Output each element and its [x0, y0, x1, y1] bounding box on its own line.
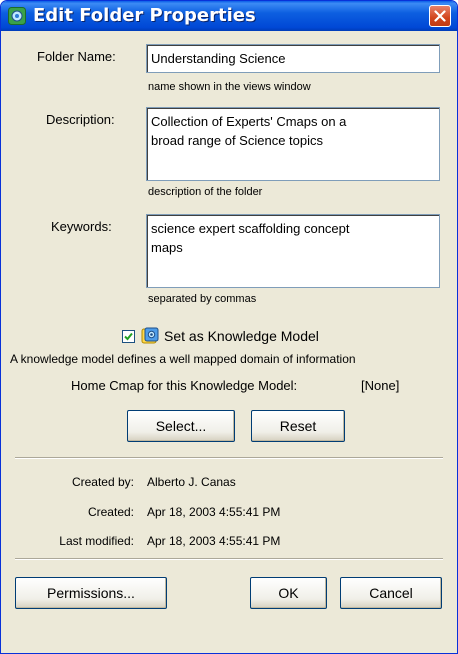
keywords-line-2: maps: [151, 240, 183, 255]
description-line-1: Collection of Experts' Cmaps on a: [151, 114, 347, 129]
ok-button-label: OK: [278, 585, 299, 601]
home-cmap-value: [None]: [361, 378, 400, 393]
checkmark-icon: [124, 332, 133, 341]
folder-name-label: Folder Name:: [37, 49, 116, 64]
window-title: Edit Folder Properties: [33, 5, 256, 26]
reset-button-label: Reset: [279, 418, 317, 434]
ok-button[interactable]: OK: [250, 577, 327, 609]
last-modified-label: Last modified:: [59, 534, 134, 548]
knowledge-model-icon: [141, 327, 159, 344]
knowledge-model-label[interactable]: Set as Knowledge Model: [164, 328, 319, 344]
select-button-label: Select...: [155, 418, 207, 434]
cancel-button-label: Cancel: [369, 585, 413, 601]
description-hint: description of the folder: [148, 186, 263, 198]
last-modified-value: Apr 18, 2003 4:55:41 PM: [147, 534, 281, 548]
description-line-2: broad range of Science topics: [151, 133, 323, 148]
created-by-value: Alberto J. Canas: [147, 475, 236, 489]
select-home-cmap-button[interactable]: Select...: [127, 410, 235, 442]
separator: [15, 558, 443, 560]
keywords-label: Keywords:: [51, 219, 112, 234]
cmap-folder-icon: [8, 7, 26, 25]
created-value: Apr 18, 2003 4:55:41 PM: [147, 505, 281, 519]
keywords-textarea[interactable]: science expert scaffolding concept maps: [146, 214, 440, 288]
created-label: Created:: [87, 505, 134, 519]
description-textarea[interactable]: Collection of Experts' Cmaps on a broad …: [146, 107, 440, 181]
keywords-hint: separated by commas: [148, 293, 257, 305]
knowledge-model-checkbox[interactable]: [122, 330, 135, 343]
folder-name-value: Understanding Science: [151, 51, 286, 66]
cancel-button[interactable]: Cancel: [340, 577, 442, 609]
keywords-line-1: science expert scaffolding concept: [151, 221, 350, 236]
folder-name-hint: name shown in the views window: [148, 81, 311, 93]
separator: [15, 457, 443, 459]
knowledge-model-explanation: A knowledge model defines a well mapped …: [10, 352, 356, 366]
created-by-label: Created by:: [71, 475, 134, 489]
permissions-button[interactable]: Permissions...: [15, 577, 167, 609]
folder-name-input[interactable]: Understanding Science: [146, 44, 440, 73]
description-label: Description:: [46, 112, 115, 127]
title-bar[interactable]: Edit Folder Properties: [1, 1, 457, 31]
home-cmap-label: Home Cmap for this Knowledge Model:: [71, 378, 298, 393]
close-button[interactable]: [429, 5, 451, 27]
close-icon: [434, 10, 446, 22]
edit-folder-properties-dialog: Edit Folder Properties Folder Name: Unde…: [0, 0, 458, 654]
permissions-button-label: Permissions...: [47, 585, 135, 601]
reset-home-cmap-button[interactable]: Reset: [251, 410, 345, 442]
